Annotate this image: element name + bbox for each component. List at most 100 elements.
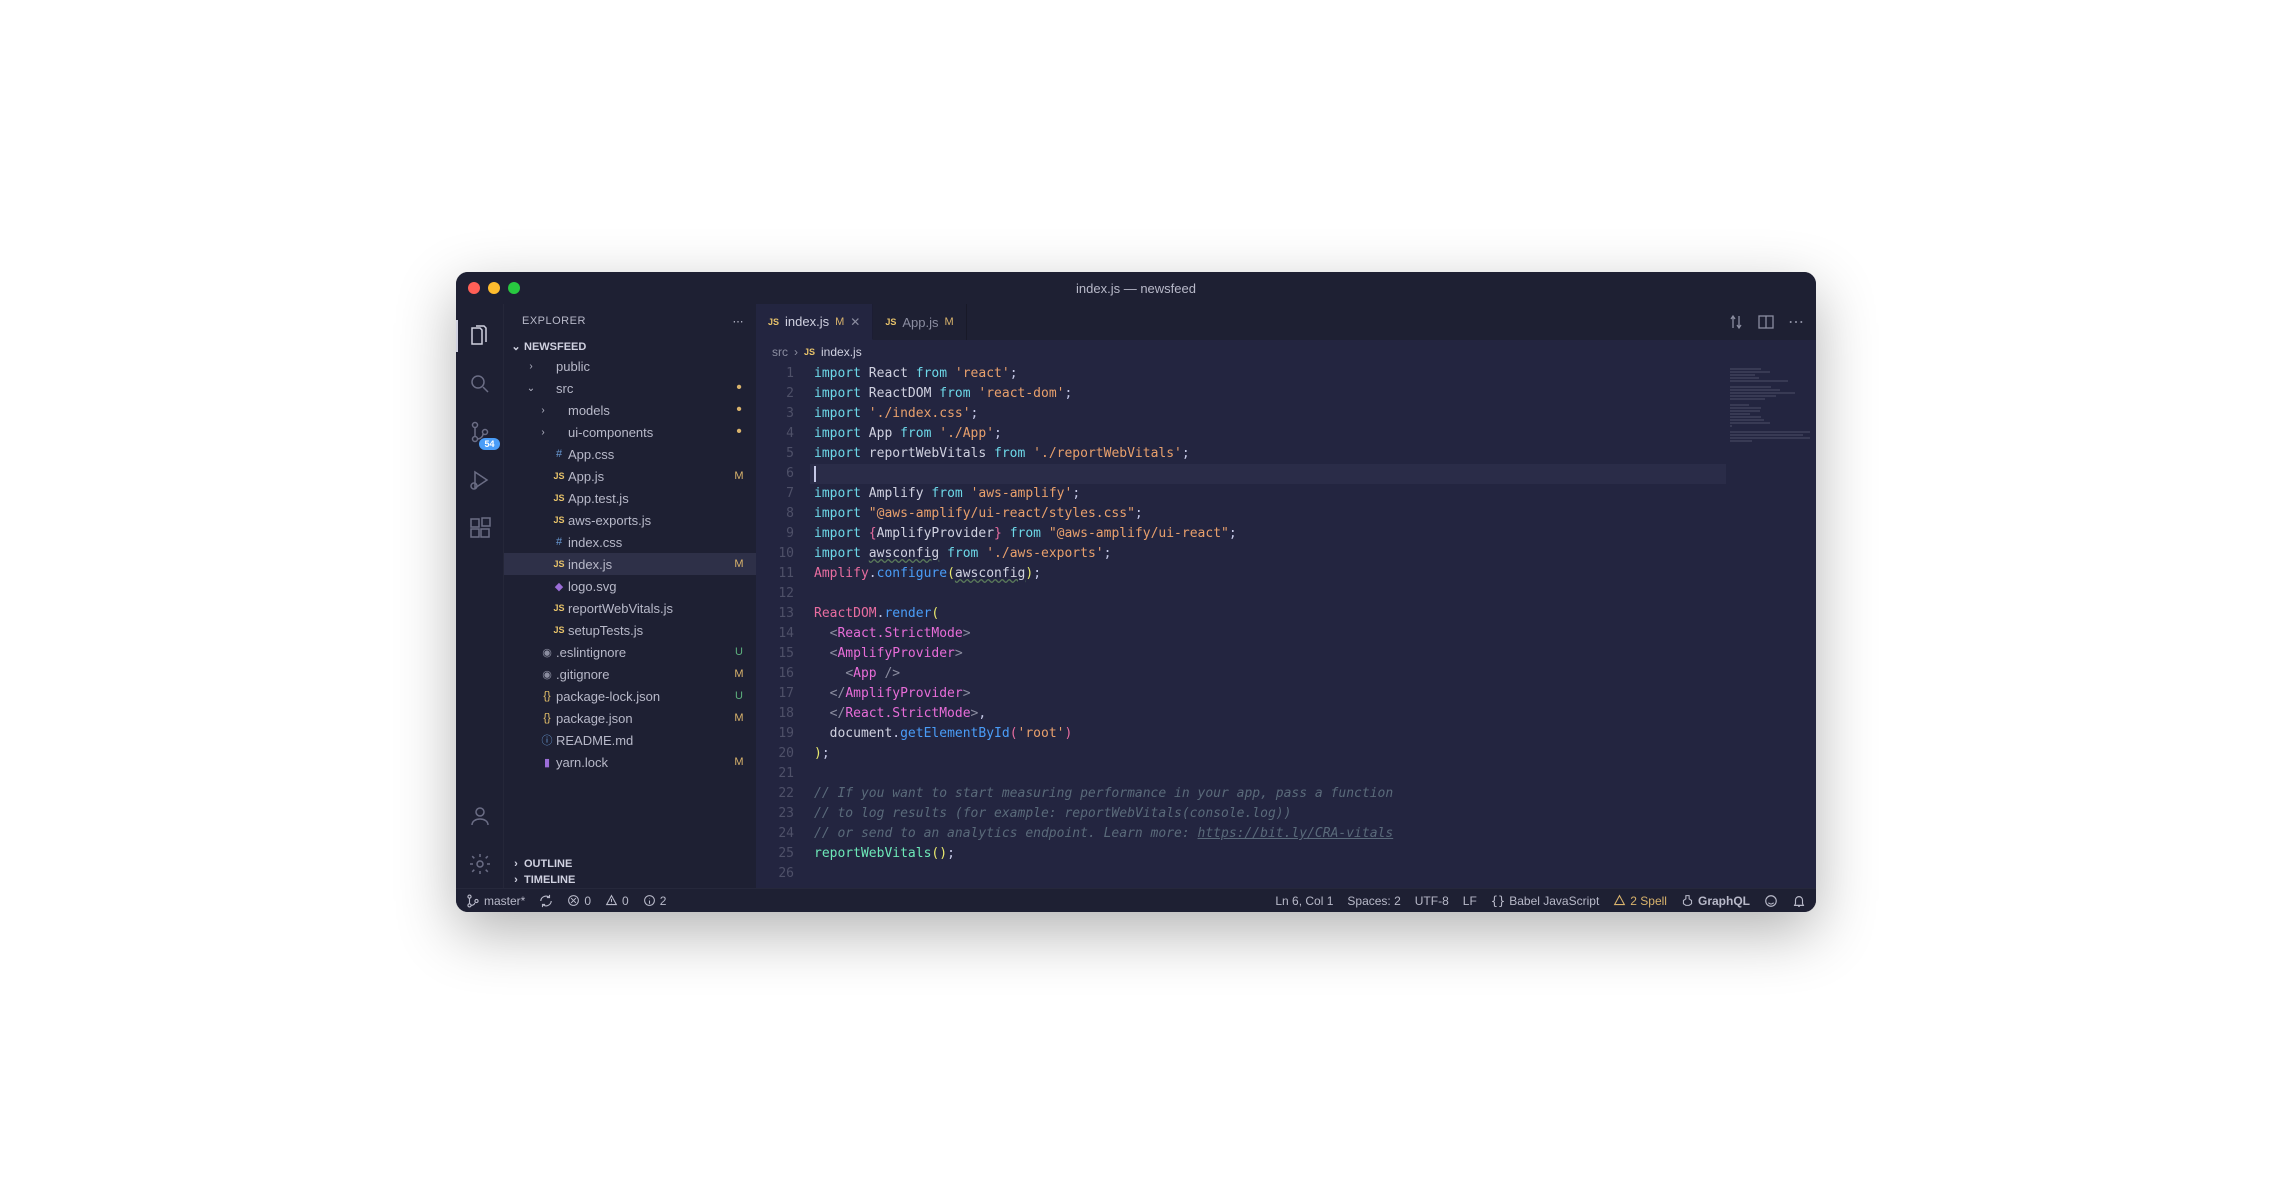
maximize-window-button[interactable] — [508, 282, 520, 294]
breadcrumb-file[interactable]: index.js — [821, 345, 862, 359]
modified-indicator: M — [944, 316, 953, 328]
file-label: aws-exports.js — [568, 513, 746, 528]
feedback-icon[interactable] — [1764, 894, 1778, 908]
sidebar-header: EXPLORER ⋯ — [504, 304, 756, 338]
chevron-right-icon: › — [794, 345, 798, 359]
git-branch[interactable]: master* — [466, 894, 525, 908]
language-mode[interactable]: {} Babel JavaScript — [1491, 894, 1600, 908]
git-status: M — [732, 668, 746, 680]
vscode-window: index.js — newsfeed 54 — [456, 272, 1816, 912]
file-label: reportWebVitals.js — [568, 601, 746, 616]
file-item[interactable]: ◉.gitignoreM — [504, 663, 756, 685]
settings-gear-icon[interactable] — [456, 840, 504, 888]
explorer-icon[interactable] — [456, 312, 504, 360]
outline-section-header[interactable]: › OUTLINE — [504, 856, 756, 872]
editor-tab[interactable]: JS App.js M — [873, 304, 966, 340]
file-label: public — [556, 359, 746, 374]
file-item[interactable]: {}package.jsonM — [504, 707, 756, 729]
file-item[interactable]: JSApp.jsM — [504, 465, 756, 487]
account-icon[interactable] — [456, 792, 504, 840]
file-item[interactable]: ▮yarn.lockM — [504, 751, 756, 773]
file-item[interactable]: JSApp.test.js — [504, 487, 756, 509]
more-actions-icon[interactable]: ⋯ — [1788, 312, 1804, 332]
sync-icon[interactable] — [539, 894, 553, 908]
file-item[interactable]: {}package-lock.jsonU — [504, 685, 756, 707]
chevron-icon: ⌄ — [524, 383, 538, 394]
js-file-icon: JS — [804, 347, 815, 357]
modified-dot: • — [732, 383, 746, 393]
project-section-header[interactable]: ⌄ NEWSFEED — [504, 338, 756, 355]
file-label: README.md — [556, 733, 746, 748]
file-label: index.js — [568, 557, 732, 572]
git-status: M — [732, 558, 746, 570]
file-item[interactable]: JSindex.jsM — [504, 553, 756, 575]
search-icon[interactable] — [456, 360, 504, 408]
file-item[interactable]: ◆logo.svg — [504, 575, 756, 597]
file-label: models — [568, 403, 732, 418]
js-file-icon: JS — [768, 317, 779, 327]
folder-item[interactable]: ›ui-components• — [504, 421, 756, 443]
close-tab-icon[interactable]: ✕ — [850, 315, 860, 329]
tabs-bar: JS index.js M ✕JS App.js M ⋯ — [756, 304, 1816, 340]
file-label: logo.svg — [568, 579, 746, 594]
sidebar: EXPLORER ⋯ ⌄ NEWSFEED › public ⌄ src• › model… — [504, 304, 756, 888]
problems-info[interactable]: 2 — [643, 894, 667, 908]
close-window-button[interactable] — [468, 282, 480, 294]
file-item[interactable]: JSaws-exports.js — [504, 509, 756, 531]
timeline-section-header[interactable]: › TIMELINE — [504, 872, 756, 888]
folder-item[interactable]: › public — [504, 355, 756, 377]
cursor-position[interactable]: Ln 6, Col 1 — [1275, 894, 1333, 908]
code-content[interactable]: import React from 'react';import ReactDO… — [810, 364, 1726, 888]
file-label: package.json — [556, 711, 732, 726]
traffic-lights — [468, 282, 520, 294]
spell-check[interactable]: 2 Spell — [1613, 894, 1667, 908]
js-file-icon: JS — [885, 317, 896, 327]
activity-bar: 54 — [456, 304, 504, 888]
editor-tab[interactable]: JS index.js M ✕ — [756, 304, 873, 340]
window-title: index.js — newsfeed — [1076, 281, 1196, 296]
titlebar: index.js — newsfeed — [456, 272, 1816, 304]
debug-icon[interactable] — [456, 456, 504, 504]
tab-label: App.js — [902, 315, 938, 330]
breadcrumb[interactable]: src › JS index.js — [756, 340, 1816, 364]
indentation[interactable]: Spaces: 2 — [1347, 894, 1400, 908]
chevron-down-icon: ⌄ — [508, 340, 524, 353]
problems-errors[interactable]: 0 — [567, 894, 591, 908]
source-control-icon[interactable]: 54 — [456, 408, 504, 456]
file-label: package-lock.json — [556, 689, 732, 704]
code-editor[interactable]: 1234567891011121314151617181920212223242… — [756, 364, 1816, 888]
project-name: NEWSFEED — [524, 341, 586, 353]
extensions-icon[interactable] — [456, 504, 504, 552]
split-editor-icon[interactable] — [1758, 314, 1774, 330]
file-tree: ›public⌄src•›models•›ui-components•#App.… — [504, 355, 756, 856]
chevron-icon: › — [524, 361, 538, 372]
file-item[interactable]: #App.css — [504, 443, 756, 465]
folder-item[interactable]: ›models• — [504, 399, 756, 421]
file-item[interactable]: #index.css — [504, 531, 756, 553]
file-item[interactable]: ⓘREADME.md — [504, 729, 756, 751]
git-status: M — [732, 470, 746, 482]
chevron-icon: › — [536, 405, 550, 416]
file-item[interactable]: JSreportWebVitals.js — [504, 597, 756, 619]
more-icon[interactable]: ⋯ — [733, 315, 745, 328]
file-label: src — [556, 381, 732, 396]
file-item[interactable]: JSsetupTests.js — [504, 619, 756, 641]
file-label: App.css — [568, 447, 746, 462]
git-status: U — [732, 646, 746, 658]
file-label: ui-components — [568, 425, 732, 440]
file-label: index.css — [568, 535, 746, 550]
breadcrumb-folder[interactable]: src — [772, 345, 788, 359]
file-label: yarn.lock — [556, 755, 732, 770]
eol[interactable]: LF — [1463, 894, 1477, 908]
graphql-status[interactable]: GraphQL — [1681, 894, 1750, 908]
compare-changes-icon[interactable] — [1728, 314, 1744, 330]
problems-warnings[interactable]: 0 — [605, 894, 629, 908]
minimap[interactable] — [1726, 364, 1816, 888]
notifications-icon[interactable] — [1792, 894, 1806, 908]
file-label: setupTests.js — [568, 623, 746, 638]
file-label: .gitignore — [556, 667, 732, 682]
minimize-window-button[interactable] — [488, 282, 500, 294]
file-item[interactable]: ◉.eslintignoreU — [504, 641, 756, 663]
encoding[interactable]: UTF-8 — [1415, 894, 1449, 908]
folder-item[interactable]: ⌄ src• — [504, 377, 756, 399]
